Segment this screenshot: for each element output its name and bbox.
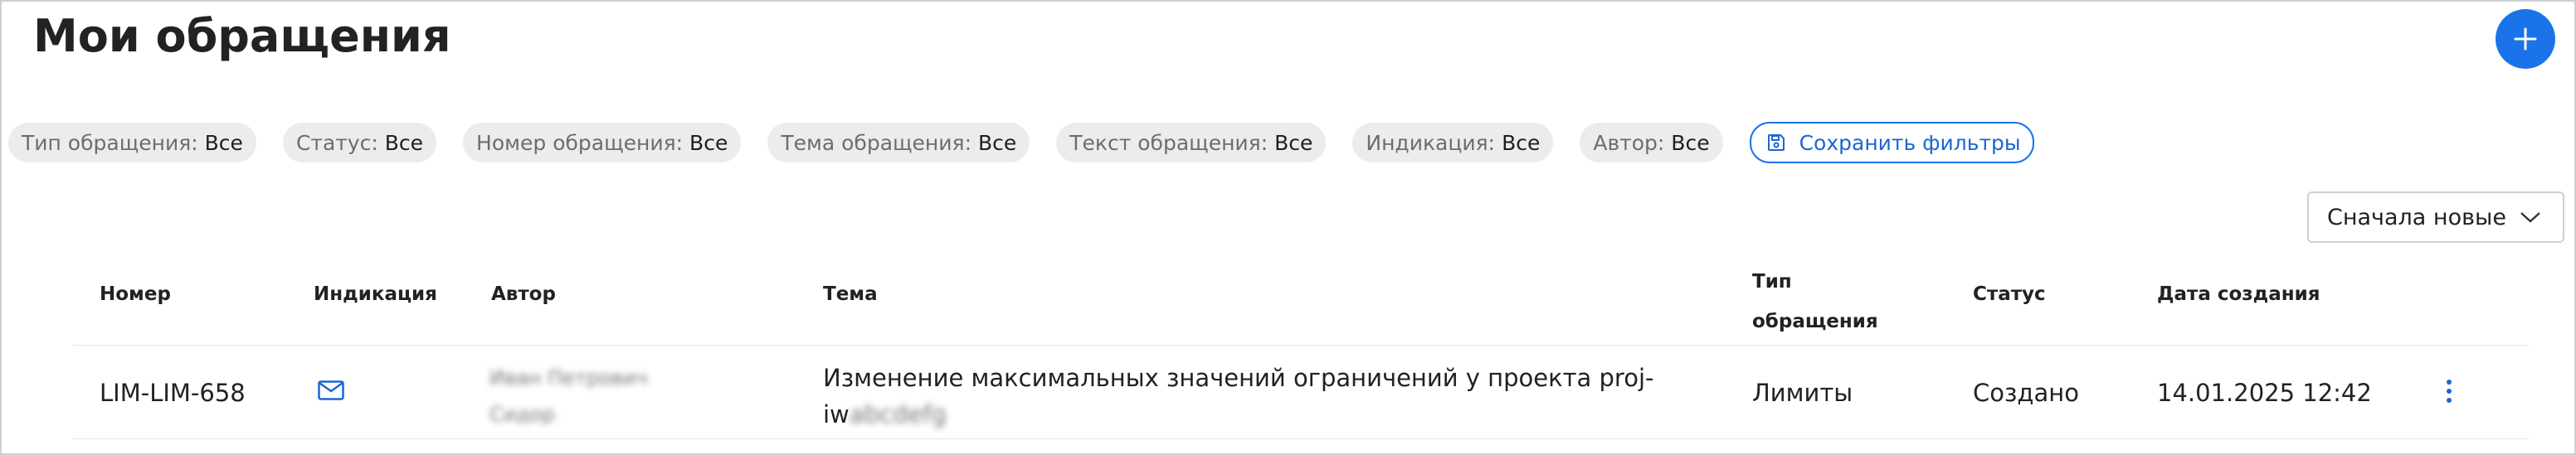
cell-author: Иван Петрович Сидор xyxy=(489,360,648,433)
filter-value: Все xyxy=(384,130,424,155)
save-filters-label: Сохранить фильтры xyxy=(1799,130,2021,155)
page-title: Мои обращения xyxy=(33,10,451,62)
column-header-type-line1: Тип xyxy=(1752,271,1792,293)
cell-topic: Изменение максимальных значений ограниче… xyxy=(823,360,1653,433)
column-header-number[interactable]: Номер xyxy=(100,283,171,305)
save-filters-button[interactable]: Сохранить фильтры xyxy=(1749,122,2034,163)
save-icon xyxy=(1767,134,1785,151)
filter-label: Текст обращения: xyxy=(1069,130,1269,155)
filter-label: Тип обращения: xyxy=(22,130,198,155)
chevron-down-icon xyxy=(2520,212,2540,223)
mail-icon xyxy=(318,380,344,400)
filter-value: Все xyxy=(689,130,728,155)
filter-value: Все xyxy=(204,130,243,155)
column-header-type-line2: обращения xyxy=(1752,311,1878,332)
column-header-created[interactable]: Дата создания xyxy=(2157,283,2320,305)
author-line2: Сидор xyxy=(489,403,555,426)
column-header-indication[interactable]: Индикация xyxy=(314,283,437,305)
add-request-button[interactable] xyxy=(2496,9,2555,69)
filter-chip-text[interactable]: Текст обращения: Все xyxy=(1056,123,1327,162)
row-divider xyxy=(73,438,2529,439)
topic-line1: Изменение максимальных значений ограниче… xyxy=(823,364,1654,392)
column-header-status[interactable]: Статус xyxy=(1973,283,2046,305)
filter-chip-author[interactable]: Автор: Все xyxy=(1580,123,1723,162)
filter-value: Все xyxy=(1671,130,1710,155)
filter-label: Номер обращения: xyxy=(476,130,684,155)
topic-line2: iwabcdefg xyxy=(823,396,1653,433)
filter-chip-status[interactable]: Статус: Все xyxy=(282,123,437,162)
more-vertical-icon[interactable] xyxy=(2446,380,2452,406)
filter-label: Индикация: xyxy=(1366,130,1496,155)
header-divider xyxy=(73,345,2529,346)
plus-icon xyxy=(2514,27,2537,51)
filter-value: Все xyxy=(1502,130,1541,155)
author-line1: Иван Петрович xyxy=(489,366,648,390)
filter-chip-type[interactable]: Тип обращения: Все xyxy=(8,123,256,162)
cell-type: Лимиты xyxy=(1752,379,1853,407)
cell-number: LIM-LIM-658 xyxy=(100,379,246,407)
filter-value: Все xyxy=(977,130,1017,155)
sort-selected-value: Сначала новые xyxy=(2327,204,2506,230)
filter-chip-topic[interactable]: Тема обращения: Все xyxy=(767,123,1030,162)
filter-value: Все xyxy=(1274,130,1313,155)
cell-status: Создано xyxy=(1973,379,2079,407)
column-header-author[interactable]: Автор xyxy=(491,283,556,305)
filter-label: Статус: xyxy=(295,130,378,155)
column-header-type[interactable]: Тип обращения xyxy=(1752,262,1878,341)
filter-chip-indication[interactable]: Индикация: Все xyxy=(1352,123,1554,162)
app-window: Мои обращения Тип обращения: Все Статус:… xyxy=(0,0,2576,455)
filter-bar: Тип обращения: Все Статус: Все Номер обр… xyxy=(8,122,2034,163)
column-header-topic[interactable]: Тема xyxy=(823,283,878,305)
filter-label: Тема обращения: xyxy=(781,130,971,155)
topic-line2-hidden: abcdefg xyxy=(849,400,947,428)
filter-label: Автор: xyxy=(1593,130,1665,155)
cell-created: 14.01.2025 12:42 xyxy=(2157,379,2372,407)
sort-select[interactable]: Сначала новые xyxy=(2307,191,2564,243)
filter-chip-number[interactable]: Номер обращения: Все xyxy=(463,123,742,162)
topic-line2-prefix: iw xyxy=(823,400,850,428)
